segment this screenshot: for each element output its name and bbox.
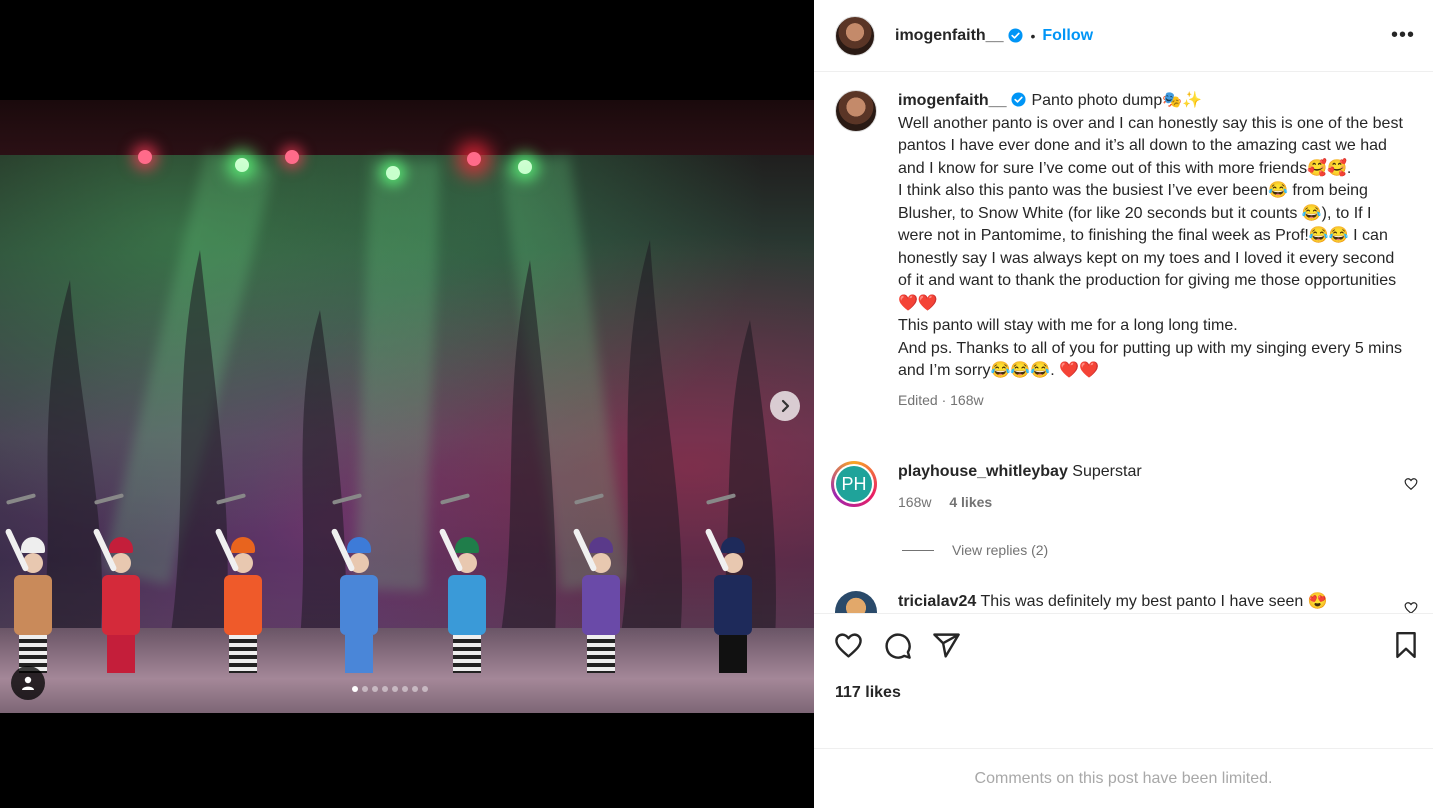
carousel-dot — [372, 686, 378, 692]
carousel-dot — [402, 686, 408, 692]
caption-text: Well another panto is over and I can hon… — [898, 114, 1403, 177]
caption-meta: Edited · 168w — [898, 391, 984, 408]
caption-text: I think also this panto was the busiest … — [898, 182, 1397, 312]
carousel-next-button[interactable] — [770, 391, 800, 421]
carousel-dot — [412, 686, 418, 692]
post-actions: 117 likes — [814, 613, 1433, 748]
user-tag-button[interactable] — [11, 666, 45, 700]
carousel-dot — [352, 686, 358, 692]
carousel-dot — [362, 686, 368, 692]
comment-text: This was definitely my best panto I have… — [980, 593, 1328, 610]
stage-proscenium — [0, 100, 814, 155]
commenter-avatar[interactable] — [835, 591, 877, 613]
performer-figure — [438, 493, 488, 673]
comment-icon[interactable] — [883, 631, 912, 660]
stage-light — [467, 152, 481, 166]
view-replies-label: View replies (2) — [952, 542, 1049, 558]
verified-badge-icon — [1011, 92, 1026, 107]
performer-figure — [4, 493, 54, 673]
carousel-dot — [392, 686, 398, 692]
caption-username[interactable]: imogenfaith__ — [898, 92, 1006, 109]
comment-like-heart-icon[interactable] — [1404, 601, 1418, 613]
performer-figure — [572, 493, 622, 673]
commenter-username[interactable]: playhouse_whitleybay — [898, 463, 1068, 480]
caption-text: Panto photo dump🎭✨ — [1031, 92, 1203, 109]
performer-figure — [92, 493, 142, 673]
post-details-pane: imogenfaith__ • Follow ••• imogenfaith__… — [814, 0, 1433, 808]
share-icon[interactable] — [932, 631, 961, 660]
avatar-initials: PH — [836, 466, 872, 502]
more-options-icon[interactable]: ••• — [1391, 24, 1415, 47]
commenter-avatar[interactable]: PH — [831, 461, 877, 507]
heart-icon[interactable] — [834, 631, 863, 660]
author-username[interactable]: imogenfaith__ — [895, 27, 1003, 45]
view-replies-button[interactable]: View replies (2) — [902, 542, 1048, 558]
comment-text: Superstar — [1072, 463, 1142, 480]
chevron-right-icon — [781, 399, 790, 413]
stage-light — [285, 150, 299, 164]
stage-light — [138, 150, 152, 164]
comment-item: PH playhouse_whitleybay Superstar 168w 4… — [831, 461, 1421, 513]
comments-limited-notice: Comments on this post have been limited. — [814, 748, 1433, 808]
separator-dot: • — [1030, 27, 1036, 44]
replies-line — [902, 549, 934, 551]
carousel-dot — [382, 686, 388, 692]
post-photo[interactable] — [0, 100, 814, 713]
comment-item: tricialav24 This was definitely my best … — [831, 591, 1421, 613]
carousel-indicator — [0, 686, 780, 692]
post-media-pane — [0, 0, 814, 808]
comment-like-heart-icon[interactable] — [1404, 477, 1418, 491]
caption-first-line: imogenfaith__ Panto photo dump🎭✨ — [898, 90, 1408, 113]
commenter-username[interactable]: tricialav24 — [898, 593, 976, 610]
performer-figure — [704, 493, 754, 673]
follow-button[interactable]: Follow — [1042, 27, 1093, 45]
performer-figure — [330, 493, 380, 673]
author-avatar[interactable] — [835, 15, 875, 56]
author-avatar[interactable] — [835, 90, 877, 132]
caption-text: And ps. Thanks to all of you for putting… — [898, 339, 1402, 380]
carousel-dot — [422, 686, 428, 692]
performer-figure — [214, 493, 264, 673]
comment-likes[interactable]: 4 likes — [949, 494, 992, 510]
comments-section[interactable]: imogenfaith__ Panto photo dump🎭✨ Well an… — [814, 73, 1433, 613]
likes-count[interactable]: 117 likes — [835, 684, 901, 702]
comment-age[interactable]: 168w — [898, 494, 931, 510]
post-caption: imogenfaith__ Panto photo dump🎭✨ Well an… — [835, 90, 1415, 411]
caption-text: This panto will stay with me for a long … — [898, 317, 1238, 334]
bookmark-icon[interactable] — [1393, 631, 1419, 659]
verified-badge-icon — [1008, 28, 1023, 43]
post-header: imogenfaith__ • Follow ••• — [814, 0, 1433, 72]
